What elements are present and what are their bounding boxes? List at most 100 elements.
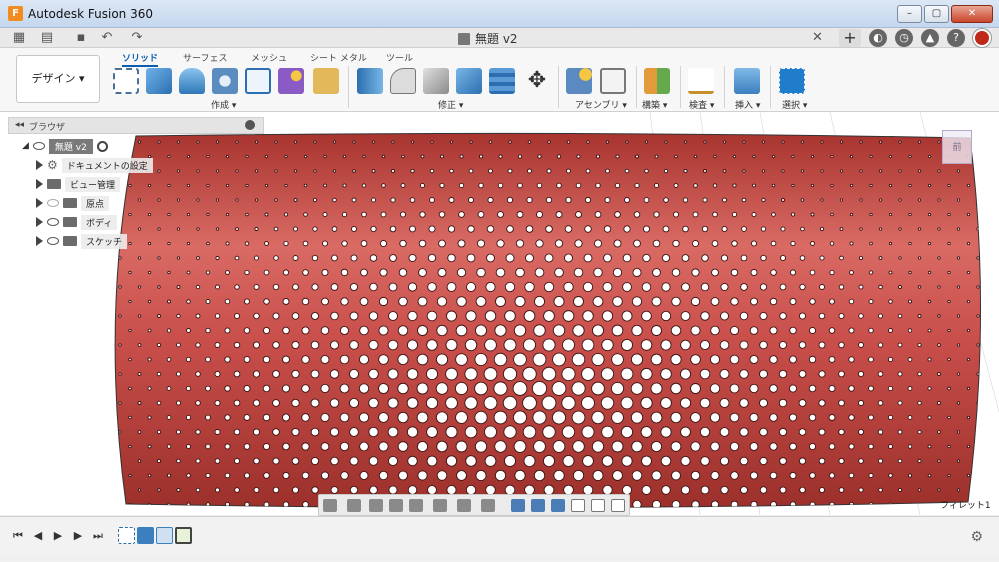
group-construct[interactable]: 構築 ▾ (642, 98, 667, 111)
group-select[interactable]: 選択 ▾ (782, 98, 807, 111)
shaded-edges-icon[interactable] (531, 499, 545, 512)
tree-item-document-settings[interactable]: ⚙ ドキュメントの設定 (36, 156, 153, 174)
active-component-icon[interactable] (96, 140, 108, 152)
revolve-icon[interactable] (179, 68, 205, 94)
expand-icon[interactable] (36, 236, 43, 246)
shaded-view-icon[interactable] (511, 499, 525, 512)
extensions-icon[interactable]: ◐ (869, 29, 887, 47)
close-tab-icon[interactable]: ✕ (812, 30, 823, 45)
pan-icon[interactable] (369, 499, 383, 512)
new-tab-icon[interactable]: + (839, 29, 861, 47)
perforation-hole (291, 312, 300, 320)
perforation-hole (966, 473, 971, 478)
play-icon[interactable]: ▶ (52, 530, 64, 542)
workspace-switcher[interactable]: デザイン ▾ (16, 55, 100, 103)
visibility-eye-icon[interactable] (32, 142, 45, 150)
tab-sheet-metal[interactable]: シート メタル (310, 51, 367, 64)
timeline-fillet-icon[interactable] (175, 527, 192, 544)
visibility-eye-icon[interactable] (47, 237, 59, 245)
fillet-icon[interactable] (390, 68, 416, 94)
tab-solid[interactable]: ソリッド (122, 51, 159, 67)
hole-icon[interactable] (212, 68, 238, 94)
select-icon[interactable] (779, 68, 805, 94)
minimize-button[interactable]: – (897, 5, 922, 23)
expand-icon[interactable] (36, 179, 43, 189)
group-inspect[interactable]: 検査 ▾ (689, 98, 714, 111)
tab-tools[interactable]: ツール (386, 51, 413, 64)
press-pull-icon[interactable] (357, 68, 383, 94)
expand-root-icon[interactable]: ◢ (22, 141, 29, 151)
group-create[interactable]: 作成 ▾ (211, 98, 236, 111)
timeline-pattern-icon[interactable] (156, 527, 173, 544)
look-at-icon[interactable] (347, 499, 361, 512)
perforation-hole (897, 458, 903, 464)
perforation-hole (390, 168, 396, 174)
step-back-icon[interactable]: ◀ (32, 530, 44, 542)
collapse-browser-icon[interactable]: ◂◂ (15, 120, 24, 130)
expand-icon[interactable] (36, 160, 43, 170)
timeline-extrude-icon[interactable] (137, 527, 154, 544)
display-settings-icon[interactable] (433, 499, 447, 512)
undo-icon[interactable]: ↶ (98, 30, 116, 46)
create-form-icon[interactable] (278, 68, 304, 94)
tree-root[interactable]: ◢ 無題 v2 (22, 137, 108, 155)
timeline-sketch-icon[interactable] (118, 527, 135, 544)
file-menu-icon[interactable]: ▤ (38, 30, 56, 46)
orbit-icon[interactable] (323, 499, 337, 512)
step-forward-icon[interactable]: ▶ (72, 530, 84, 542)
tree-item-bodies[interactable]: ボディ (36, 213, 118, 231)
perforation-hole (620, 367, 634, 381)
zoom-icon[interactable] (389, 499, 403, 512)
maximize-button[interactable]: ▢ (924, 5, 949, 23)
perforation-hole (897, 487, 903, 493)
group-assemble[interactable]: アセンブリ ▾ (575, 98, 627, 111)
close-window-button[interactable]: ✕ (951, 5, 993, 23)
pattern-icon[interactable] (245, 68, 271, 94)
viewcube[interactable]: 前 (942, 130, 972, 164)
derive-icon[interactable] (313, 68, 339, 94)
group-insert[interactable]: 挿入 ▾ (735, 98, 760, 111)
extrude-icon[interactable] (146, 68, 172, 94)
combine-icon[interactable] (456, 68, 482, 94)
measure-icon[interactable] (688, 68, 714, 94)
tree-item-origin[interactable]: 原点 (36, 194, 110, 212)
browser-pin-icon[interactable] (245, 120, 255, 130)
user-avatar[interactable] (973, 29, 991, 47)
insert-image-icon[interactable] (734, 68, 760, 94)
offset-plane-icon[interactable] (644, 68, 670, 94)
viewports-icon[interactable] (481, 499, 495, 512)
group-modify[interactable]: 修正 ▾ (438, 98, 463, 111)
expand-icon[interactable] (36, 198, 43, 208)
hidden-eye-icon[interactable] (47, 199, 59, 207)
data-panel-grid-icon[interactable]: ▦ (10, 30, 28, 46)
tree-item-sketches[interactable]: スケッチ (36, 232, 128, 250)
tree-item-named-views[interactable]: ビュー管理 (36, 175, 121, 193)
shaded-hidden-icon[interactable] (551, 499, 565, 512)
wireframe-visible-icon[interactable] (611, 499, 625, 512)
tab-mesh[interactable]: メッシュ (251, 51, 287, 64)
document-tab[interactable]: 無題 v2 (458, 30, 518, 47)
timeline-settings-gear-icon[interactable]: ⚙ (970, 529, 983, 545)
move-icon[interactable]: ✥ (524, 68, 550, 94)
job-status-icon[interactable]: ◷ (895, 29, 913, 47)
create-sketch-icon[interactable] (113, 68, 139, 94)
wireframe-hidden-icon[interactable] (591, 499, 605, 512)
help-icon[interactable]: ? (947, 29, 965, 47)
joint-icon[interactable] (600, 68, 626, 94)
perforation-hole (956, 488, 961, 492)
new-component-icon[interactable] (566, 68, 592, 94)
split-body-icon[interactable] (489, 68, 515, 94)
perforation-hole (612, 267, 623, 278)
go-to-end-icon[interactable]: ⏭ (92, 530, 104, 542)
save-icon[interactable]: ▪ (72, 30, 90, 46)
tab-surface[interactable]: サーフェス (183, 51, 227, 64)
visibility-eye-icon[interactable] (47, 218, 59, 226)
notifications-icon[interactable]: ▲ (921, 29, 939, 47)
wireframe-icon[interactable] (571, 499, 585, 512)
chamfer-icon[interactable] (423, 68, 449, 94)
redo-icon[interactable]: ↷ (128, 30, 146, 46)
go-to-start-icon[interactable]: ⏮ (12, 530, 24, 542)
expand-icon[interactable] (36, 217, 43, 227)
grid-settings-icon[interactable] (457, 499, 471, 512)
fit-icon[interactable] (409, 499, 423, 512)
